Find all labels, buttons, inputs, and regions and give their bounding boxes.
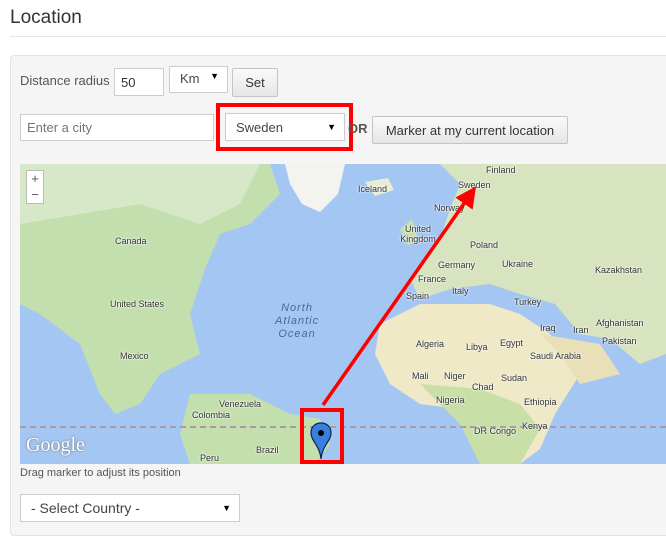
map-label: Peru <box>200 453 220 463</box>
ocean-label: North Atlantic Ocean <box>275 302 320 340</box>
map-label: Poland <box>470 240 499 250</box>
zoom-controls: + − <box>26 170 44 204</box>
highlight-box <box>216 103 353 151</box>
map-label: Spain <box>406 291 430 301</box>
country-select-value: - Select Country - <box>31 500 140 516</box>
unit-value: Km <box>180 71 200 86</box>
map-label: Norway <box>434 203 465 213</box>
map-label: Mexico <box>120 351 149 361</box>
map-label: Pakistan <box>602 336 637 346</box>
map-label: Afghanistan <box>596 318 644 328</box>
map-label: Sudan <box>501 373 528 383</box>
map-label: Germany <box>438 260 476 270</box>
zoom-in-button[interactable]: + <box>27 171 43 187</box>
country-select[interactable]: - Select Country - ▼ <box>20 494 240 522</box>
map-label: Nigeria <box>436 395 465 405</box>
current-location-button[interactable]: Marker at my current location <box>372 116 568 144</box>
map-label: Saudi Arabia <box>530 351 582 361</box>
map-label: Mali <box>412 371 429 381</box>
map-label: Libya <box>466 342 488 352</box>
map-label: Turkey <box>514 297 542 307</box>
map-label: Canada <box>115 236 147 246</box>
map-label: Iraq <box>540 323 556 333</box>
set-button[interactable]: Set <box>232 68 278 97</box>
map-label: United Kingdom <box>400 224 436 244</box>
page-title: Location <box>10 7 82 28</box>
city-input[interactable] <box>20 114 214 141</box>
map-label: Kazakhstan <box>595 265 643 275</box>
chevron-down-icon: ▼ <box>222 503 231 513</box>
map-label: Egypt <box>500 338 524 348</box>
zoom-out-button[interactable]: − <box>27 187 43 203</box>
map-label: Venezuela <box>219 399 262 409</box>
or-label: OR <box>348 121 368 136</box>
map-label: Chad <box>472 382 494 392</box>
map-label: Ukraine <box>502 259 534 269</box>
map-label: France <box>418 274 447 284</box>
map-label: Niger <box>444 371 466 381</box>
marker-highlight-box <box>300 408 344 464</box>
map-label: Finland <box>486 165 516 175</box>
map-label: Sweden <box>458 180 491 190</box>
map-label: Iran <box>573 325 589 335</box>
radius-input[interactable]: 50 <box>114 68 164 96</box>
map-label: Italy <box>452 286 469 296</box>
map-label: Colombia <box>192 410 231 420</box>
chevron-down-icon: ▼ <box>210 71 219 81</box>
distance-radius-label: Distance radius <box>20 73 110 88</box>
map-label: Kenya <box>522 421 548 431</box>
unit-select[interactable]: Km ▼ <box>169 66 228 93</box>
map-label: Algeria <box>416 339 445 349</box>
drag-hint: Drag marker to adjust its position <box>20 467 181 479</box>
map-label: DR Congo <box>474 426 517 436</box>
map-label: Ethiopia <box>524 397 557 407</box>
divider <box>10 36 666 37</box>
map-label: Iceland <box>358 184 388 194</box>
google-logo: Google <box>26 434 85 456</box>
map-label: Brazil <box>256 445 279 455</box>
map-label: United States <box>110 299 165 309</box>
